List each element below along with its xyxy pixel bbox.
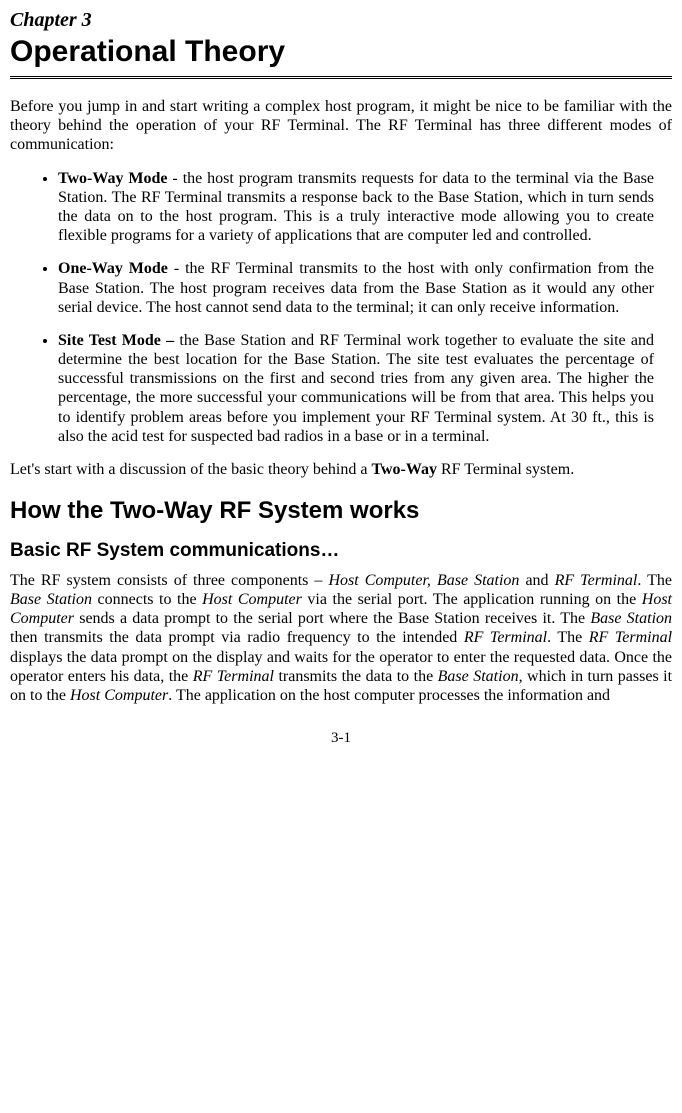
list-item: One-Way Mode - the RF Terminal transmits… [58, 259, 672, 317]
italic-text: Base Station [10, 591, 92, 608]
subsection-heading: Basic RF System communications… [10, 540, 672, 563]
text-run: The RF system consists of three componen… [10, 572, 328, 589]
chapter-rule [10, 76, 672, 79]
chapter-title: Operational Theory [10, 34, 672, 70]
mode-sep: - [168, 260, 185, 277]
italic-text: Host Computer [202, 591, 302, 608]
italic-text: RF Terminal [555, 572, 638, 589]
italic-text: RF Terminal [193, 668, 274, 685]
transition-paragraph: Let's start with a discussion of the bas… [10, 460, 672, 479]
italic-text: Host Computer [70, 687, 168, 704]
body-paragraph: The RF system consists of three componen… [10, 571, 672, 705]
text-run: sends a data prompt to the serial port w… [74, 610, 590, 627]
text-run: connects to the [92, 591, 202, 608]
italic-text: RF Terminal [589, 629, 672, 646]
page-number: 3-1 [10, 729, 672, 747]
text-run: and [519, 572, 554, 589]
text-run: Let's start with a discussion of the bas… [10, 461, 371, 478]
italic-text: RF Terminal [464, 629, 547, 646]
text-run: . The [547, 629, 589, 646]
text-run: via the serial port. The application run… [302, 591, 642, 608]
section-heading: How the Two-Way RF System works [10, 497, 672, 526]
mode-name: Two-Way Mode [58, 170, 168, 187]
intro-paragraph: Before you jump in and start writing a c… [10, 97, 672, 155]
mode-name: Site Test Mode – [58, 332, 174, 349]
text-run: RF Terminal system. [437, 461, 574, 478]
bold-text: Two-Way [371, 461, 436, 478]
text-run: transmits the data to the [274, 668, 438, 685]
italic-text: Host Computer, Base Station [328, 572, 519, 589]
mode-sep: - [168, 170, 183, 187]
list-item: Site Test Mode – the Base Station and RF… [58, 331, 672, 446]
chapter-label: Chapter 3 [10, 8, 672, 32]
italic-text: Base Station [590, 610, 672, 627]
list-item: Two-Way Mode - the host program transmit… [58, 169, 672, 246]
text-run: . The [637, 572, 672, 589]
italic-text: Base Station, [438, 668, 523, 685]
text-run: then transmits the data prompt via radio… [10, 629, 464, 646]
mode-list: Two-Way Mode - the host program transmit… [10, 169, 672, 446]
text-run: . The application on the host computer p… [168, 687, 610, 704]
mode-name: One-Way Mode [58, 260, 168, 277]
